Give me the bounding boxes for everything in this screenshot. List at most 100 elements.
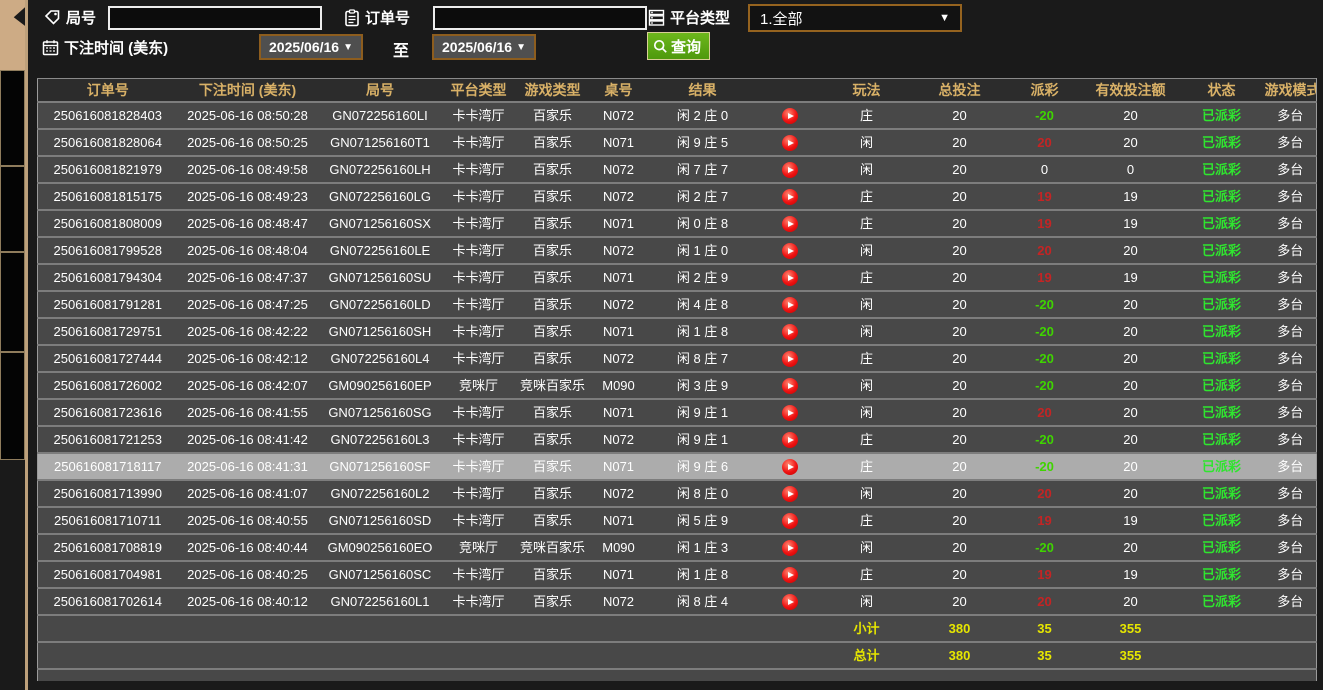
- result-cell: 闲 1 庄 3: [647, 534, 759, 561]
- payout-cell: 20: [1007, 588, 1083, 615]
- order-row[interactable]: 250616081791281 2025-06-16 08:47:25 GN07…: [38, 291, 1317, 318]
- grand-total-label: 总计: [821, 642, 913, 669]
- order-row[interactable]: 250616081718117 2025-06-16 08:41:31 GN07…: [38, 453, 1317, 480]
- bet-type-cell: 庄: [821, 561, 913, 588]
- order-row[interactable]: 250616081708819 2025-06-16 08:40:44 GM09…: [38, 534, 1317, 561]
- play-video-icon[interactable]: [782, 135, 798, 151]
- order-number-cell: 250616081726002: [38, 372, 178, 399]
- play-video-icon[interactable]: [782, 270, 798, 286]
- payout-cell: 20: [1007, 399, 1083, 426]
- order-number-cell: 250616081704981: [38, 561, 178, 588]
- play-video-icon[interactable]: [782, 243, 798, 259]
- order-number-input[interactable]: [433, 6, 647, 30]
- status-cell: 已派彩: [1179, 399, 1265, 426]
- order-row[interactable]: 250616081821979 2025-06-16 08:49:58 GN07…: [38, 156, 1317, 183]
- round-number-cell: GN072256160L1: [318, 588, 443, 615]
- play-video-icon[interactable]: [782, 378, 798, 394]
- order-row[interactable]: 250616081815175 2025-06-16 08:49:23 GN07…: [38, 183, 1317, 210]
- order-row[interactable]: 250616081828403 2025-06-16 08:50:28 GN07…: [38, 102, 1317, 129]
- payout-cell: -20: [1007, 534, 1083, 561]
- play-video-icon[interactable]: [782, 297, 798, 313]
- bet-time-cell: 2025-06-16 08:40:44: [178, 534, 318, 561]
- game-mode-cell: 多台: [1265, 372, 1317, 399]
- bet-type-cell: 闲: [821, 129, 913, 156]
- play-video-icon[interactable]: [782, 189, 798, 205]
- total-bet-cell: 20: [913, 372, 1007, 399]
- play-video-icon[interactable]: [782, 108, 798, 124]
- play-video-icon[interactable]: [782, 432, 798, 448]
- search-icon: [653, 39, 668, 54]
- game-type-cell: 百家乐: [515, 237, 591, 264]
- order-row[interactable]: 250616081808009 2025-06-16 08:48:47 GN07…: [38, 210, 1317, 237]
- table-number-cell: N071: [591, 210, 647, 237]
- game-type-cell: 百家乐: [515, 264, 591, 291]
- valid-bet-cell: 20: [1083, 534, 1179, 561]
- bet-time-cell: 2025-06-16 08:50:28: [178, 102, 318, 129]
- result-cell: 闲 8 庄 4: [647, 588, 759, 615]
- order-row[interactable]: 250616081799528 2025-06-16 08:48:04 GN07…: [38, 237, 1317, 264]
- game-mode-cell: 多台: [1265, 318, 1317, 345]
- order-row[interactable]: 250616081704981 2025-06-16 08:40:25 GN07…: [38, 561, 1317, 588]
- bet-type-cell: 闲: [821, 399, 913, 426]
- result-cell: 闲 1 庄 0: [647, 237, 759, 264]
- play-video-icon[interactable]: [782, 216, 798, 232]
- result-cell: 闲 9 庄 1: [647, 426, 759, 453]
- result-cell: 闲 2 庄 9: [647, 264, 759, 291]
- order-row[interactable]: 250616081729751 2025-06-16 08:42:22 GN07…: [38, 318, 1317, 345]
- total-bet-cell: 20: [913, 183, 1007, 210]
- bet-type-cell: 庄: [821, 507, 913, 534]
- payout-cell: -20: [1007, 453, 1083, 480]
- order-row[interactable]: 250616081713990 2025-06-16 08:41:07 GN07…: [38, 480, 1317, 507]
- game-type-cell: 竞咪百家乐: [515, 372, 591, 399]
- play-video-icon[interactable]: [782, 513, 798, 529]
- play-video-icon[interactable]: [782, 567, 798, 583]
- game-mode-cell: 多台: [1265, 183, 1317, 210]
- column-header: 玩法: [821, 79, 913, 102]
- game-type-cell: 百家乐: [515, 453, 591, 480]
- order-number-cell: 250616081799528: [38, 237, 178, 264]
- order-number-cell: 250616081808009: [38, 210, 178, 237]
- total-bet-cell: 20: [913, 318, 1007, 345]
- payout-cell: 20: [1007, 480, 1083, 507]
- game-mode-cell: 多台: [1265, 102, 1317, 129]
- play-video-icon[interactable]: [782, 351, 798, 367]
- game-type-cell: 百家乐: [515, 291, 591, 318]
- play-video-icon[interactable]: [782, 486, 798, 502]
- platform-type-cell: 卡卡湾厅: [443, 183, 515, 210]
- query-button[interactable]: 查询: [647, 32, 710, 60]
- date-from-picker[interactable]: 2025/06/16 ▼: [259, 34, 363, 60]
- round-number-cell: GN071256160SC: [318, 561, 443, 588]
- play-video-icon[interactable]: [782, 162, 798, 178]
- order-number-cell: 250616081708819: [38, 534, 178, 561]
- bet-type-cell: 闲: [821, 480, 913, 507]
- order-row[interactable]: 250616081726002 2025-06-16 08:42:07 GM09…: [38, 372, 1317, 399]
- order-row[interactable]: 250616081710711 2025-06-16 08:40:55 GN07…: [38, 507, 1317, 534]
- left-decor-box: [0, 70, 25, 166]
- play-video-icon[interactable]: [782, 594, 798, 610]
- order-row[interactable]: 250616081727444 2025-06-16 08:42:12 GN07…: [38, 345, 1317, 372]
- order-number-cell: 250616081828064: [38, 129, 178, 156]
- subtotal-payout: 35: [1007, 615, 1083, 642]
- game-type-cell: 百家乐: [515, 426, 591, 453]
- bet-type-cell: 闲: [821, 372, 913, 399]
- order-row[interactable]: 250616081702614 2025-06-16 08:40:12 GN07…: [38, 588, 1317, 615]
- round-number-input[interactable]: [108, 6, 322, 30]
- order-row[interactable]: 250616081794304 2025-06-16 08:47:37 GN07…: [38, 264, 1317, 291]
- date-to-picker[interactable]: 2025/06/16 ▼: [432, 34, 536, 60]
- round-number-cell: GN071256160T1: [318, 129, 443, 156]
- status-cell: 已派彩: [1179, 480, 1265, 507]
- order-row[interactable]: 250616081721253 2025-06-16 08:41:42 GN07…: [38, 426, 1317, 453]
- table-number-cell: N072: [591, 291, 647, 318]
- round-number-cell: GN072256160LH: [318, 156, 443, 183]
- bet-time-cell: 2025-06-16 08:47:37: [178, 264, 318, 291]
- play-video-icon[interactable]: [782, 540, 798, 556]
- platform-type-select[interactable]: 1.全部 ▼: [748, 4, 962, 32]
- play-video-icon[interactable]: [782, 459, 798, 475]
- order-row[interactable]: 250616081828064 2025-06-16 08:50:25 GN07…: [38, 129, 1317, 156]
- order-number-cell: 250616081729751: [38, 318, 178, 345]
- play-video-icon[interactable]: [782, 324, 798, 340]
- order-row[interactable]: 250616081723616 2025-06-16 08:41:55 GN07…: [38, 399, 1317, 426]
- bet-time-label: 下注时间 (美东): [42, 37, 168, 58]
- play-video-icon[interactable]: [782, 405, 798, 421]
- table-number-cell: N072: [591, 480, 647, 507]
